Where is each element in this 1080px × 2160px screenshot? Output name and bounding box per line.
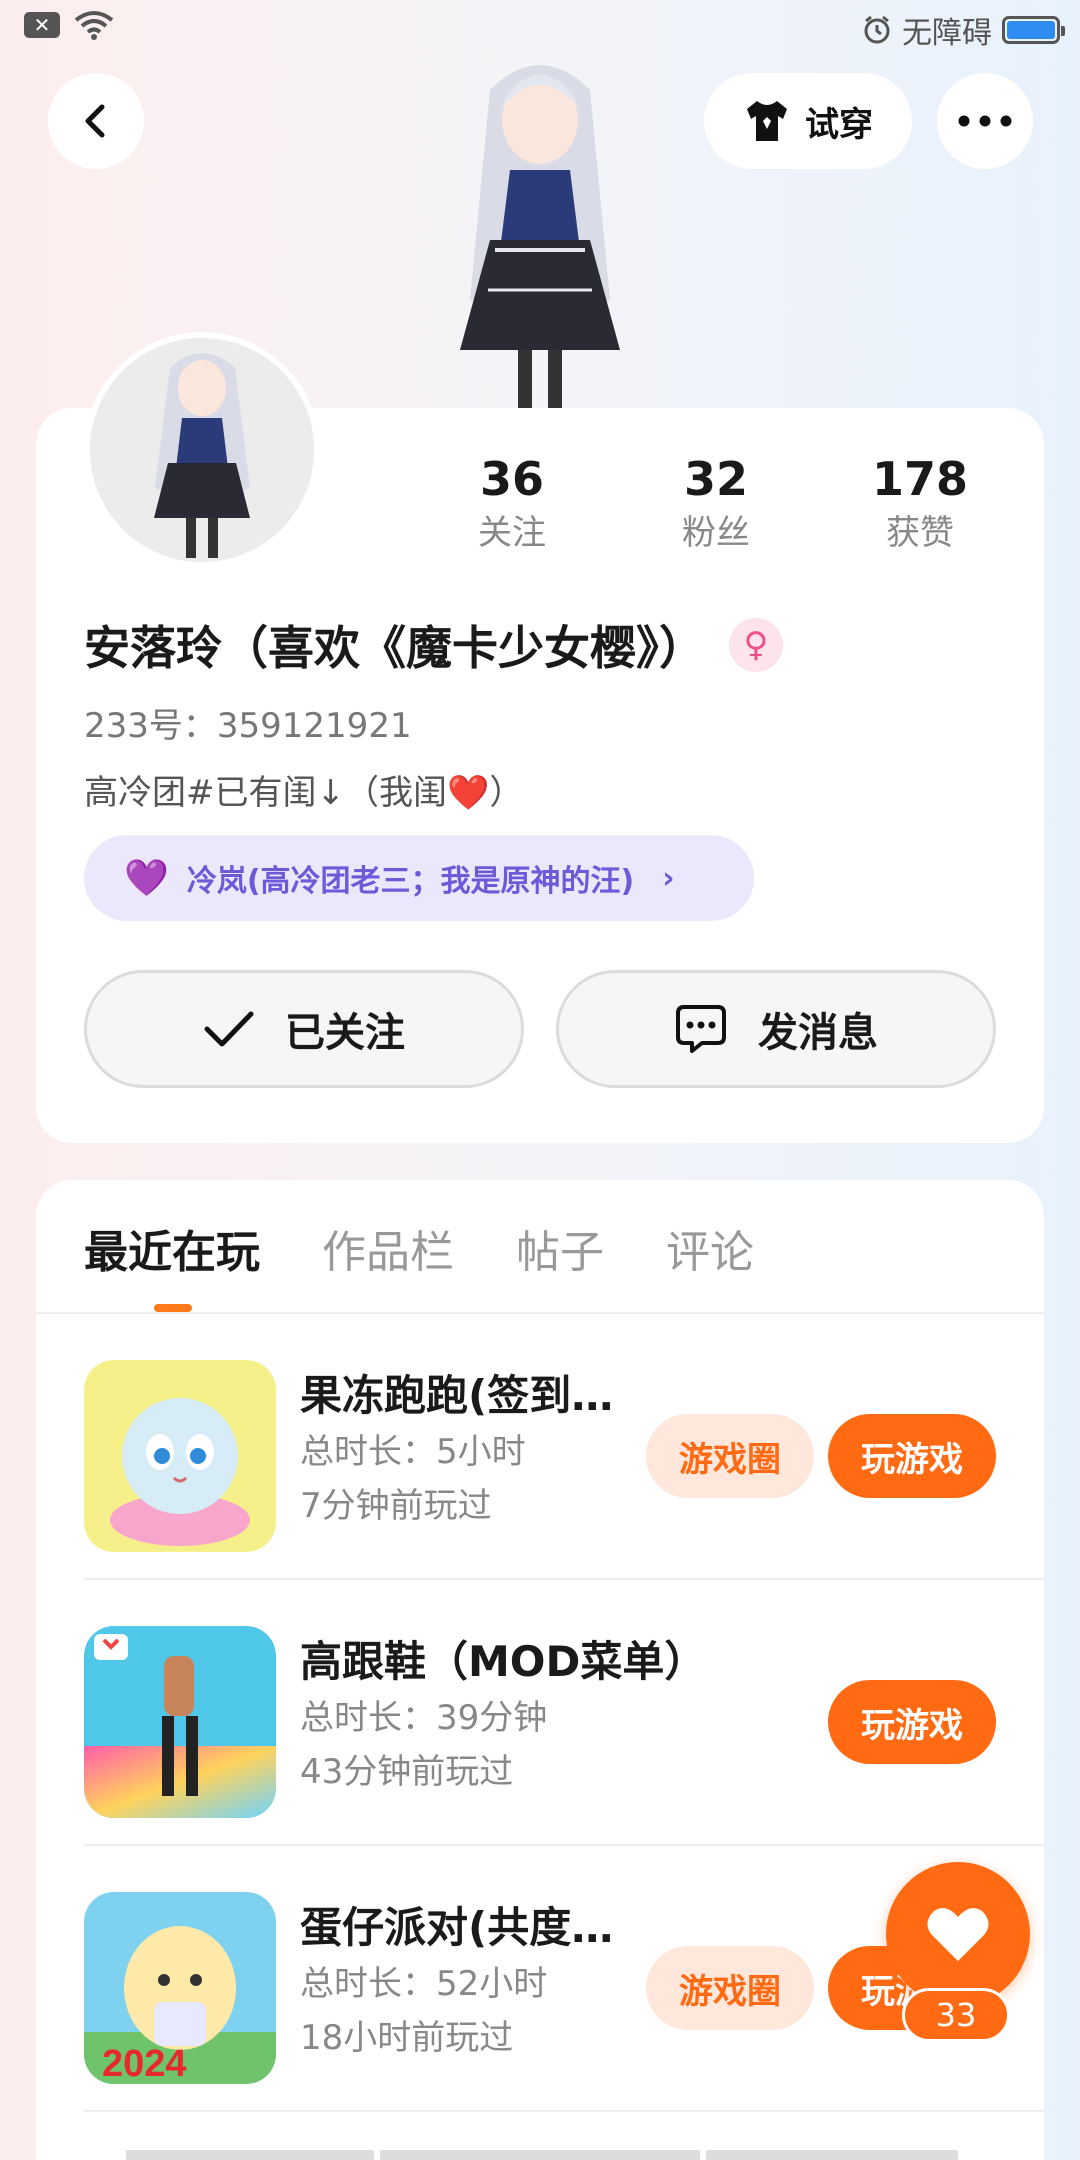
user-name: 安落玲（喜欢《魔卡少女樱》） — [84, 621, 705, 675]
tab-bar: 最近在玩 作品栏 帖子 评论 — [84, 1216, 754, 1280]
tab-works[interactable]: 作品栏 — [322, 1216, 454, 1280]
stat-number: 178 — [871, 452, 969, 506]
stat-label: 关注 — [478, 513, 546, 553]
game-icon-egg-party: 2024 — [84, 1892, 276, 2084]
double-heart-icon: 💜 — [124, 858, 169, 899]
play-game-button[interactable]: 玩游戏 — [828, 1680, 996, 1764]
stat-number: 36 — [479, 452, 544, 506]
tab-comments[interactable]: 评论 — [666, 1216, 754, 1280]
chat-bubble-icon — [676, 1005, 726, 1053]
more-dots-icon — [958, 115, 1012, 127]
female-icon: ♀ — [729, 618, 783, 672]
partner-link[interactable]: 💜 冷岚(高冷团老三；我是原神的汪) › — [84, 835, 754, 921]
chevron-right-icon: › — [662, 860, 675, 896]
alarm-icon — [864, 15, 890, 44]
partner-label: 冷岚(高冷团老三；我是原神的汪) — [186, 864, 635, 899]
heart-emoji: ❤️ — [446, 773, 490, 813]
game-row[interactable]: 果冻跑跑(签到… 总时长：5小时 7分钟前玩过 游戏圈 玩游戏 — [84, 1314, 1044, 1580]
avatar-image — [90, 338, 314, 562]
play-game-button[interactable]: 玩游戏 — [828, 1414, 996, 1498]
game-last-played: 7分钟前玩过 — [300, 1486, 492, 1526]
followed-label: 已关注 — [285, 1010, 405, 1056]
games-card: 最近在玩 作品栏 帖子 评论 果冻跑跑(签到… 总时长：5小时 7分钟前玩过 游… — [36, 1180, 1044, 2160]
game-icon-high-heels — [84, 1626, 276, 1818]
send-message-label: 发消息 — [758, 1010, 878, 1056]
back-button[interactable] — [48, 73, 144, 169]
game-title: 蛋仔派对(共度… — [300, 1903, 614, 1952]
high-heels-image — [84, 1626, 276, 1818]
name-row: 安落玲（喜欢《魔卡少女樱》） ♀ — [84, 612, 783, 678]
game-row[interactable]: 2024 蛋仔派对(共度… 总时长：52小时 18小时前玩过 游戏圈 玩游戏 — [84, 1846, 1044, 2112]
accessibility-label: 无障碍 — [902, 16, 992, 51]
game-circle-button[interactable]: 游戏圈 — [646, 1414, 814, 1498]
followed-button[interactable]: 已关注 — [84, 970, 524, 1088]
bio-text: 高冷团#已有闺↓（我闺 — [84, 773, 447, 813]
no-sim-icon: ✕ — [24, 12, 60, 38]
game-playtime: 总时长：5小时 — [300, 1432, 526, 1472]
like-count-badge: 33 — [902, 1988, 1010, 2042]
game-row[interactable]: 高跟鞋（MOD菜单） 总时长：39分钟 43分钟前玩过 玩游戏 — [84, 1580, 1044, 1846]
send-message-button[interactable]: 发消息 — [556, 970, 996, 1088]
tab-recent-play[interactable]: 最近在玩 — [84, 1216, 260, 1280]
game-playtime: 总时长：52小时 — [300, 1964, 548, 2004]
try-on-label: 试穿 — [805, 104, 873, 145]
game-last-played: 18小时前玩过 — [300, 2018, 514, 2058]
bio-end: ） — [489, 773, 524, 813]
battery-icon — [1002, 16, 1065, 44]
back-arrow-icon — [85, 104, 105, 138]
try-on-button[interactable]: 试穿 — [704, 73, 912, 169]
egg-party-image: 2024 — [84, 1892, 276, 2084]
game-icon-jelly-run — [84, 1360, 276, 1552]
profile-stats: 36 关注 32 粉丝 178 获赞 — [450, 448, 1050, 556]
wifi-icon — [74, 11, 114, 40]
year-badge: 2024 — [102, 2043, 187, 2084]
check-icon — [204, 1011, 254, 1047]
game-title: 果冻跑跑(签到… — [300, 1371, 614, 1420]
jelly-character-image — [84, 1360, 276, 1552]
stat-likes[interactable]: 178 获赞 — [818, 448, 1022, 556]
active-tab-indicator — [154, 1304, 192, 1312]
stat-label: 粉丝 — [682, 513, 750, 553]
stat-fans[interactable]: 32 粉丝 — [614, 448, 818, 556]
tab-posts[interactable]: 帖子 — [516, 1216, 604, 1280]
status-bar: ✕ 无障碍 — [0, 0, 1080, 56]
shirt-icon — [747, 101, 787, 141]
game-title: 高跟鞋（MOD菜单） — [300, 1637, 707, 1686]
user-id: 233号：359121921 — [84, 706, 412, 746]
user-bio: 高冷团#已有闺↓（我闺❤️） — [84, 765, 523, 814]
more-button[interactable] — [937, 73, 1033, 169]
scroll-indicator — [126, 2150, 958, 2160]
avatar[interactable] — [84, 332, 320, 568]
hero-character-image — [460, 65, 620, 410]
game-last-played: 43分钟前玩过 — [300, 1752, 514, 1792]
stat-label: 获赞 — [886, 513, 954, 553]
game-playtime: 总时长：39分钟 — [300, 1698, 548, 1738]
heart-icon — [927, 1908, 989, 1961]
stat-number: 32 — [683, 452, 748, 506]
game-circle-button[interactable]: 游戏圈 — [646, 1946, 814, 2030]
stat-following[interactable]: 36 关注 — [410, 448, 614, 556]
like-button[interactable] — [886, 1862, 1030, 2006]
